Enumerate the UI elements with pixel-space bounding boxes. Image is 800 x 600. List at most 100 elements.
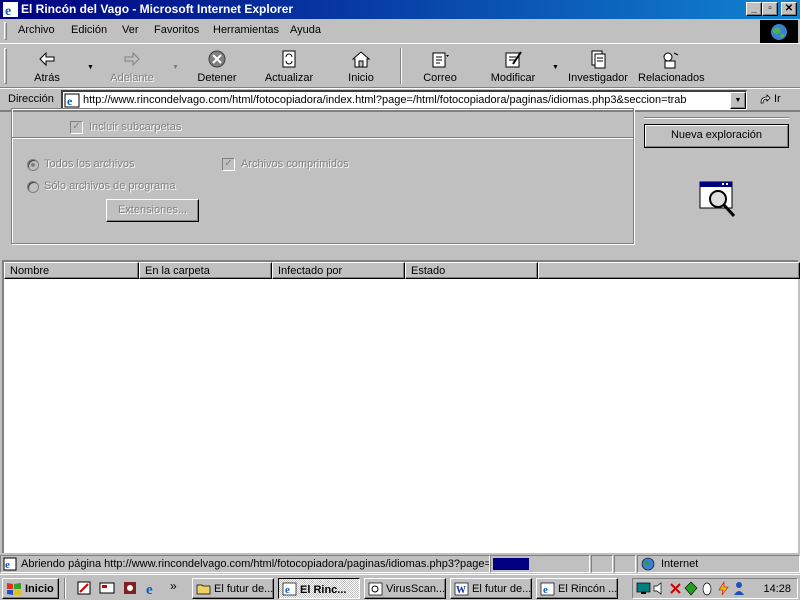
status-text: Abriendo página http://www.rincondelvago… <box>21 558 490 570</box>
scan-results-list[interactable]: Nombre En la carpeta Infectado por Estad… <box>2 260 800 553</box>
address-input[interactable]: e http://www.rincondelvago.com/html/foto… <box>61 90 747 110</box>
svg-text:e: e <box>5 559 10 571</box>
clock[interactable]: 14:28 <box>763 583 791 595</box>
close-button[interactable]: ✕ <box>781 2 797 16</box>
menu-archivo[interactable]: Archivo <box>18 24 55 36</box>
extensions-label: Extensiones... <box>117 204 188 216</box>
go-button[interactable]: Ir <box>756 92 796 108</box>
mail-button[interactable]: Correo <box>410 48 470 86</box>
quicklaunch-ie-icon[interactable]: e <box>145 580 161 596</box>
column-header-empty <box>538 262 800 279</box>
home-button[interactable]: Inicio <box>331 48 391 86</box>
quicklaunch-desktop-icon[interactable] <box>99 580 115 596</box>
task-button-virusscan[interactable]: VirusScan... <box>364 578 446 599</box>
back-button[interactable]: Atrás <box>17 48 77 86</box>
forward-button[interactable]: Adelante <box>102 48 162 86</box>
task-button-ie-active[interactable]: e El Rinc... <box>278 578 360 599</box>
svg-text:e: e <box>543 584 548 596</box>
group-divider <box>12 137 633 139</box>
menu-grip[interactable] <box>4 22 7 40</box>
minimize-button[interactable]: _ <box>746 2 762 16</box>
tray-network-icon[interactable] <box>684 581 699 596</box>
internet-explorer-icon: e <box>3 2 18 17</box>
research-icon <box>591 50 606 69</box>
edit-icon <box>505 51 522 68</box>
maximize-button[interactable]: ▫ <box>762 2 778 16</box>
mail-label: Correo <box>423 72 457 84</box>
address-dropdown-icon[interactable]: ▼ <box>730 92 746 109</box>
task-label: El futur de... <box>472 583 532 595</box>
progress-bar <box>490 555 590 573</box>
all-files-radio[interactable] <box>27 159 39 171</box>
start-label: Inicio <box>25 583 54 595</box>
virusscan-panel: ✓ Incluir subcarpetas Todos los archivos… <box>0 108 800 553</box>
svg-text:e: e <box>146 582 153 596</box>
menu-herramientas[interactable]: Herramientas <box>213 24 279 36</box>
edit-dropdown-icon[interactable]: ▼ <box>552 64 559 71</box>
menu-edicion[interactable]: Edición <box>71 24 107 36</box>
forward-dropdown-icon[interactable]: ▼ <box>172 64 179 71</box>
status-panel-empty-1 <box>591 555 613 573</box>
task-label: El Rinc... <box>300 584 347 596</box>
compressed-files-checkbox[interactable]: ✓ <box>222 158 235 171</box>
virusscan-icon <box>368 582 383 596</box>
task-button-folder[interactable]: El futur de... <box>192 578 274 599</box>
tray-user-icon[interactable] <box>732 581 747 596</box>
quicklaunch-more-icon[interactable]: » <box>170 579 177 593</box>
internet-globe-icon <box>641 557 655 571</box>
status-text-panel: e Abriendo página http://www.rincondelva… <box>0 555 490 573</box>
new-scan-label: Nueva exploración <box>670 129 763 141</box>
loading-page-icon: e <box>3 557 17 571</box>
window-title: El Rincón del Vago - Microsoft Internet … <box>21 2 294 16</box>
address-url: http://www.rincondelvago.com/html/fotoco… <box>83 94 687 106</box>
tray-volume-icon[interactable] <box>652 581 667 596</box>
back-label: Atrás <box>34 72 60 84</box>
program-files-radio[interactable] <box>27 181 39 193</box>
menu-ayuda[interactable]: Ayuda <box>290 24 321 36</box>
svg-text:e: e <box>5 4 11 17</box>
tray-antivirus-icon[interactable] <box>668 581 683 596</box>
column-header-infected-by[interactable]: Infectado por <box>272 262 405 279</box>
related-icon <box>663 52 679 69</box>
edit-button[interactable]: Modificar <box>483 48 543 86</box>
task-label: El Rincón ... <box>558 583 618 595</box>
menu-favoritos[interactable]: Favoritos <box>154 24 199 36</box>
folder-icon <box>196 584 211 595</box>
system-tray: 14:28 <box>632 578 798 599</box>
home-label: Inicio <box>348 72 374 84</box>
include-subfolders-checkbox[interactable]: ✓ <box>70 121 83 134</box>
column-header-name[interactable]: Nombre <box>4 262 139 279</box>
stop-button[interactable]: Detener <box>187 48 247 86</box>
svg-text:W: W <box>456 585 466 596</box>
taskbar-separator <box>64 578 66 599</box>
tray-power-icon[interactable] <box>716 581 731 596</box>
menu-bar: Archivo Edición Ver Favoritos Herramient… <box>0 19 800 44</box>
column-header-status[interactable]: Estado <box>405 262 538 279</box>
toolbar-grip[interactable] <box>4 48 7 84</box>
forward-arrow-icon <box>124 51 140 67</box>
back-dropdown-icon[interactable]: ▼ <box>87 64 94 71</box>
menu-ver[interactable]: Ver <box>122 24 139 36</box>
svg-text:e: e <box>67 94 73 108</box>
task-button-word[interactable]: W El futur de... <box>450 578 532 599</box>
title-bar[interactable]: e El Rincón del Vago - Microsoft Interne… <box>0 0 800 19</box>
svg-text:e: e <box>285 584 290 596</box>
address-label: Dirección <box>8 93 54 105</box>
task-button-ie-second[interactable]: e El Rincón ... <box>536 578 618 599</box>
extensions-button[interactable]: Extensiones... <box>106 199 199 222</box>
column-header-folder[interactable]: En la carpeta <box>139 262 272 279</box>
quicklaunch-edit-icon[interactable] <box>76 580 92 596</box>
related-button[interactable]: Relacionados <box>638 48 705 86</box>
tray-mouse-icon[interactable] <box>700 581 715 596</box>
address-bar: Dirección e http://www.rincondelvago.com… <box>0 88 800 110</box>
start-button[interactable]: Inicio <box>2 578 59 599</box>
list-header: Nombre En la carpeta Infectado por Estad… <box>4 262 800 279</box>
research-button[interactable]: Investigador <box>568 48 628 86</box>
refresh-button[interactable]: Actualizar <box>259 48 319 86</box>
stop-icon <box>208 50 226 68</box>
zone-panel: Internet <box>637 555 800 573</box>
compressed-files-label: Archivos comprimidos <box>241 158 349 170</box>
quicklaunch-channels-icon[interactable] <box>122 580 138 596</box>
tray-monitor-icon[interactable] <box>636 581 651 596</box>
new-scan-button[interactable]: Nueva exploración <box>644 124 789 148</box>
